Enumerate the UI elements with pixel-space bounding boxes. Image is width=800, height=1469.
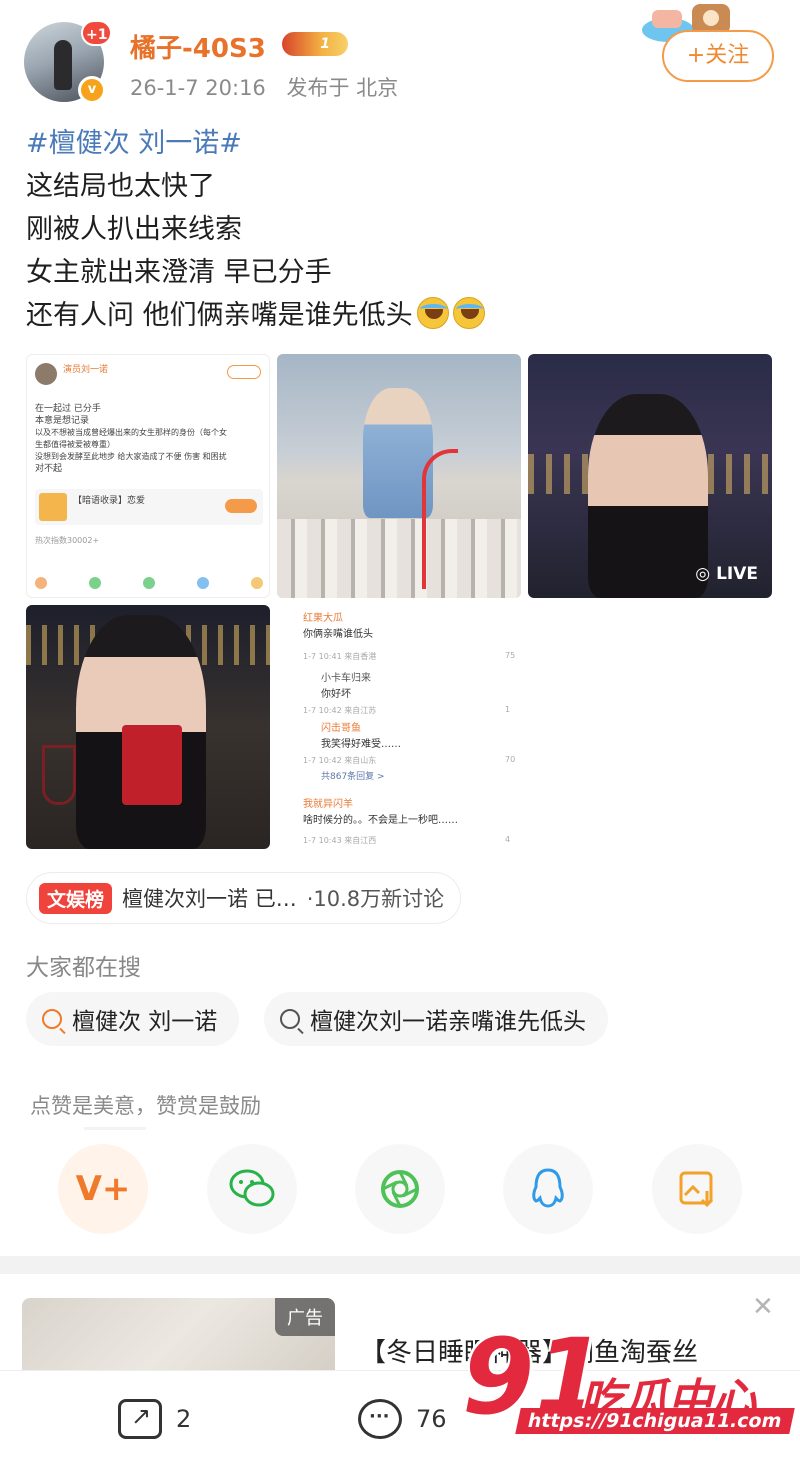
new-count-badge: +1: [81, 20, 113, 46]
post-image-2[interactable]: [277, 354, 521, 598]
comment-count: 76: [416, 1405, 447, 1433]
comment-button[interactable]: 76: [358, 1399, 447, 1439]
share-qq-button[interactable]: [503, 1144, 593, 1234]
comment-1-meta: 1-7 10:41 来自香港: [303, 652, 377, 661]
avatar-person-silhouette: [54, 40, 72, 90]
comment-2-name: 小卡车归来: [321, 673, 371, 684]
reward-text: 点赞是美意，赞赏是鼓励: [30, 1094, 261, 1118]
comment-4-likes: 4: [505, 835, 511, 844]
post-line-4-wrap: 还有人问 他们俩亲嘴是谁先低头: [26, 294, 786, 337]
mini-line-4: 生都值得被爱被尊重）: [35, 440, 115, 449]
red-arrow-annotation: [422, 449, 458, 589]
comment-3-text: 我笑得好难受……: [321, 739, 401, 750]
follow-button[interactable]: +关注: [662, 30, 774, 82]
topic-link[interactable]: #檀健次 刘一诺#: [26, 122, 786, 165]
post-timestamp: 26-1-7 20:16: [130, 76, 266, 100]
section-divider: [0, 1256, 800, 1274]
mini-avatar: [35, 363, 57, 385]
comment-3-likes: 70: [505, 755, 516, 764]
mini-line-5: 没想到会发酵至此地步 给大家造成了不便 伤害 和困扰: [35, 452, 227, 461]
search-chip-1[interactable]: 檀健次 刘一诺: [26, 992, 240, 1046]
ad-tag: 广告: [275, 1298, 335, 1336]
post-location: 发布于 北京: [286, 76, 399, 100]
comment-3-meta: 1-7 10:42 来自山东: [303, 756, 377, 765]
post-meta: 26-1-7 20:16 发布于 北京: [130, 72, 412, 102]
mini-hot: 热次指数30002+: [35, 536, 100, 545]
share-weibo-button[interactable]: V+: [58, 1144, 148, 1234]
post-detail-page: +1 v 橘子-40S3 1 26-1-7 20:16 发布于 北京 +关注 #…: [0, 0, 800, 1469]
mini-card-button: [225, 499, 257, 513]
post-image-3[interactable]: LIVE: [528, 354, 772, 598]
search-icon: [280, 1009, 300, 1029]
level-badge: 1: [282, 32, 348, 56]
mini-line-2: 本意是想记录: [35, 416, 90, 426]
photo-wine-glass: [42, 745, 76, 805]
mini-share-icon: [251, 577, 263, 589]
search-chip-2[interactable]: 檀健次刘一诺亲嘴谁先低头: [264, 992, 608, 1046]
mini-line-1: 在一起过 已分手: [35, 404, 101, 414]
laugh-cry-emoji-icon: [452, 297, 485, 329]
post-image-1[interactable]: 演员刘一诺 在一起过 已分手 本意是想记录 以及不想被当成曾经爆出来的女生那样的…: [26, 354, 270, 598]
repost-count: 2: [176, 1405, 192, 1433]
comment-4-text: 啥时候分的。。不会是上一秒吧……: [303, 815, 458, 826]
comment-1-text: 你俩亲嘴谁低头: [303, 629, 373, 640]
live-badge: LIVE: [695, 564, 758, 584]
mini-share-icon: [35, 577, 47, 589]
comment-icon: [358, 1399, 402, 1439]
hot-topic-count: ·10.8万新讨论: [306, 887, 445, 911]
post-line-2: 刚被人扒出来线索: [26, 214, 242, 245]
repost-button[interactable]: 2: [118, 1399, 191, 1439]
photo-person: [588, 394, 708, 598]
mini-line-6: 对不起: [35, 464, 63, 474]
hot-topic-chip[interactable]: 文娱榜 檀健次刘一诺 已… ·10.8万新讨论: [26, 872, 462, 924]
post-line-3: 女主就出来澄清 早已分手: [26, 257, 332, 288]
mini-card: 【暗语收录】恋爱: [35, 489, 263, 525]
laugh-cry-emoji-icon: [416, 297, 449, 329]
comment-3-name: 闪击哥鱼: [321, 723, 361, 734]
hot-search-icon: [42, 1009, 62, 1029]
mini-share-icon: [89, 577, 101, 589]
save-image-icon: [679, 1171, 714, 1208]
comment-2-meta: 1-7 10:42 来自江苏: [303, 706, 377, 715]
post-content: #檀健次 刘一诺# 这结局也太快了 刚被人扒出来线索 女主就出来澄清 早已分手 …: [26, 122, 786, 337]
mini-share-icon: [197, 577, 209, 589]
watermark-url: https://91chigua11.com: [515, 1408, 795, 1434]
comment-4-name: 我就异闪羊: [303, 799, 353, 810]
photo-gift-box: [122, 725, 182, 805]
post-line-1: 这结局也太快了: [26, 171, 215, 202]
photo-clothes-rack: [277, 519, 521, 598]
mini-share-row: [35, 577, 263, 589]
post-line-4: 还有人问 他们俩亲嘴是谁先低头: [26, 300, 413, 331]
repost-icon: [118, 1399, 162, 1439]
share-moments-button[interactable]: [355, 1144, 445, 1234]
mini-follow-button: [227, 365, 261, 379]
share-wechat-button[interactable]: [207, 1144, 297, 1234]
comment-4-meta: 1-7 10:43 来自江西: [303, 836, 377, 845]
verified-icon: v: [78, 76, 106, 104]
search-chip-1-label: 檀健次 刘一诺: [72, 1009, 218, 1035]
moments-icon: [381, 1170, 419, 1208]
comment-1-likes: 75: [505, 651, 516, 660]
mini-line-3: 以及不想被当成曾经爆出来的女生那样的身份（每个女: [35, 428, 227, 437]
hot-topic-text: 檀健次刘一诺 已…: [122, 887, 297, 911]
hot-topic-tag: 文娱榜: [39, 882, 113, 914]
username[interactable]: 橘子-40S3: [130, 28, 266, 65]
comment-3-more: 共867条回复 >: [321, 772, 385, 782]
post-image-5[interactable]: 红果大瓜 你俩亲嘴谁低头 1-7 10:41 来自香港 75 小卡车归来 你好坏…: [277, 605, 521, 849]
wechat-icon: [229, 1169, 275, 1207]
qq-icon: [532, 1168, 564, 1208]
post-image-4[interactable]: [26, 605, 270, 849]
weibo-v-plus-icon: V+: [75, 1169, 131, 1209]
ad-close-icon[interactable]: ✕: [752, 1292, 774, 1322]
search-chip-2-label: 檀健次刘一诺亲嘴谁先低头: [310, 1009, 586, 1035]
mini-card-thumb: [39, 493, 67, 521]
mini-share-icon: [143, 577, 155, 589]
comment-2-likes: 1: [505, 705, 511, 714]
comment-2-text: 你好坏: [321, 689, 351, 700]
comment-1-name: 红果大瓜: [303, 613, 343, 624]
reward-underline: [84, 1127, 146, 1130]
watermark-logo: 91 吃瓜中心 https://91chigua11.com: [462, 1322, 795, 1452]
search-section-title: 大家都在搜: [26, 955, 141, 981]
save-image-button[interactable]: [652, 1144, 742, 1234]
